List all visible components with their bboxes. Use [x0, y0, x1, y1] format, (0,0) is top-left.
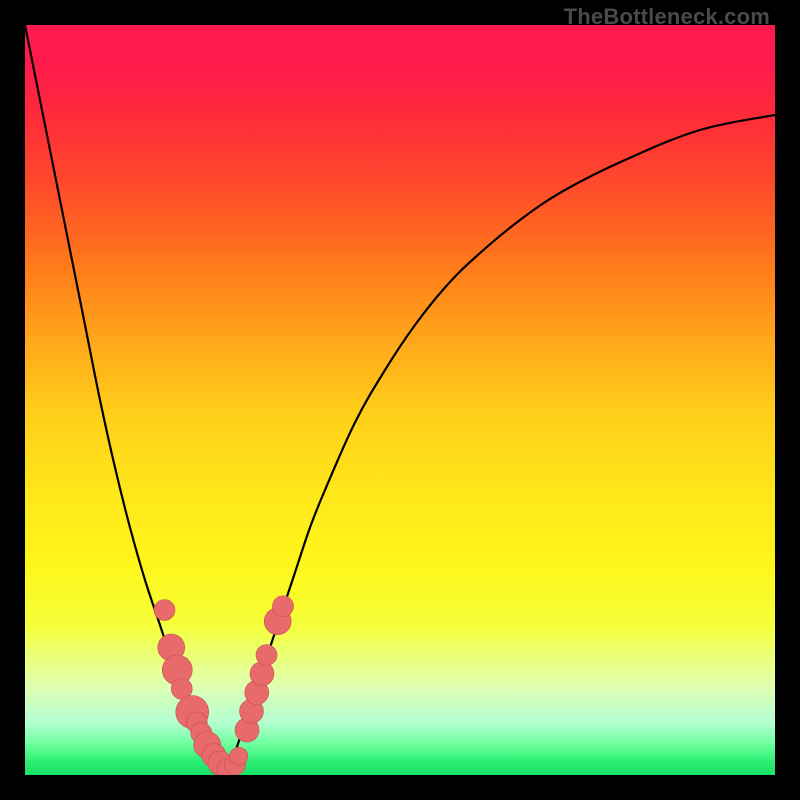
left-curve [25, 25, 228, 771]
data-dot [171, 678, 192, 699]
data-dot [264, 608, 291, 635]
data-dot [225, 754, 246, 775]
data-dot [158, 634, 185, 661]
data-dot [217, 759, 238, 776]
data-dot [240, 699, 264, 723]
data-dot [191, 723, 212, 744]
data-dot [202, 744, 226, 768]
chart-svg [25, 25, 775, 775]
data-dot [208, 751, 232, 775]
scatter-dots [154, 596, 294, 775]
data-dot [273, 596, 294, 617]
plot-area [25, 25, 775, 775]
data-dot [230, 747, 248, 765]
data-dot [250, 662, 274, 686]
data-dot [235, 718, 259, 742]
data-dot [176, 696, 209, 729]
chart-frame: TheBottleneck.com [0, 0, 800, 800]
data-dot [154, 600, 175, 621]
data-dot [245, 681, 269, 705]
data-dot [194, 732, 221, 759]
data-dot [162, 655, 192, 685]
watermark-text: TheBottleneck.com [564, 4, 770, 30]
data-dot [256, 645, 277, 666]
data-dot [186, 712, 207, 733]
right-curve [228, 115, 776, 771]
